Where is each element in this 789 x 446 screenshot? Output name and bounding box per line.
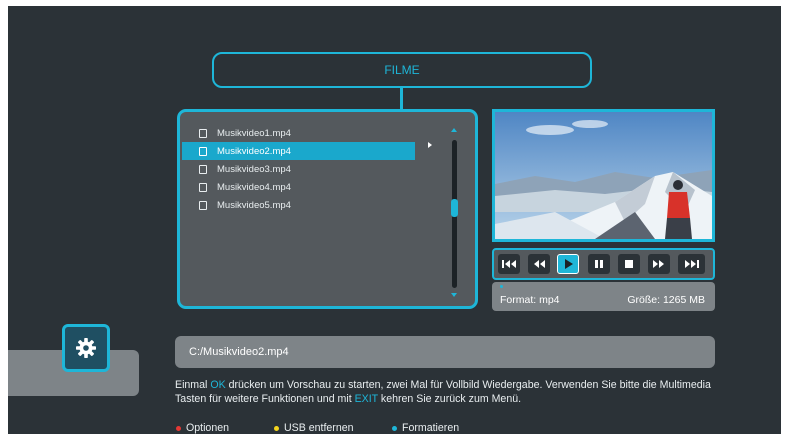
playback-controls [492,248,715,280]
file-icon [199,128,207,138]
file-icon [199,164,207,174]
help-part1: Einmal [175,379,211,391]
submenu-arrow-icon [428,142,432,148]
legend-format-label: Formatieren [402,422,460,434]
scroll-up-icon[interactable] [451,128,457,132]
file-name: Musikvideo4.mp4 [217,181,291,193]
rewind-button[interactable] [528,254,550,274]
stop-button[interactable] [618,254,640,274]
file-format: Format: mp4 [500,294,560,306]
file-item-selected[interactable]: Musikvideo2.mp4 [182,142,415,160]
file-icon [199,182,207,192]
file-name: Musikvideo2.mp4 [217,145,291,157]
file-name: Musikvideo3.mp4 [217,163,291,175]
file-name: Musikvideo5.mp4 [217,199,291,211]
help-part3: kehren Sie zurück zum Menü. [377,393,522,405]
media-screen: FILME Musikvideo1.mp4 Musikvideo2.mp4 Mu… [8,6,781,434]
pause-icon [595,260,603,268]
legend-format[interactable]: Formatieren [392,422,459,434]
skip-forward-button[interactable] [678,254,705,274]
file-info-bar: Format: mp4 Größe: 1265 MB [492,282,715,311]
file-item[interactable]: Musikvideo5.mp4 [182,196,415,214]
rewind-icon [534,260,545,268]
fast-forward-icon [653,260,664,268]
fast-forward-button[interactable] [648,254,670,274]
file-item[interactable]: Musikvideo4.mp4 [182,178,415,196]
cyan-dot-icon [392,425,397,431]
settings-button[interactable] [62,324,110,372]
scroll-down-icon[interactable] [451,293,457,297]
file-icon [199,200,207,210]
legend-options-label: Optionen [186,422,229,434]
scrollbar-thumb[interactable] [451,198,458,217]
help-text: Einmal OK drücken um Vorschau zu starten… [175,378,735,406]
video-preview[interactable] [492,109,715,242]
file-list-panel[interactable]: Musikvideo1.mp4 Musikvideo2.mp4 Musikvid… [177,109,478,309]
skip-back-button[interactable] [498,254,520,274]
file-item[interactable]: Musikvideo3.mp4 [182,160,415,178]
preview-image [495,112,712,239]
skip-forward-icon [684,260,699,268]
skip-back-icon [502,260,516,268]
file-item[interactable]: Musikvideo1.mp4 [182,124,415,142]
gear-icon [76,338,96,358]
category-title-box: FILME [212,52,592,88]
legend-usb-remove[interactable]: USB entfernen [274,422,354,434]
title-connector [400,88,403,110]
play-button[interactable] [557,254,579,274]
file-name: Musikvideo1.mp4 [217,127,291,139]
file-path-bar: C:/Musikvideo2.mp4 [175,336,715,368]
yellow-dot-icon [274,425,279,431]
stop-icon [625,260,633,268]
pause-button[interactable] [588,254,610,274]
file-icon [199,146,207,156]
file-size: Größe: 1265 MB [627,294,705,306]
exit-key-label: EXIT [354,393,378,405]
red-dot-icon [176,425,181,431]
legend-options[interactable]: Optionen [176,422,229,434]
progress-dot [500,285,503,288]
legend-usb-label: USB entfernen [284,422,354,434]
category-title: FILME [384,63,420,77]
ok-key-label: OK [210,379,226,391]
play-icon [565,259,573,269]
